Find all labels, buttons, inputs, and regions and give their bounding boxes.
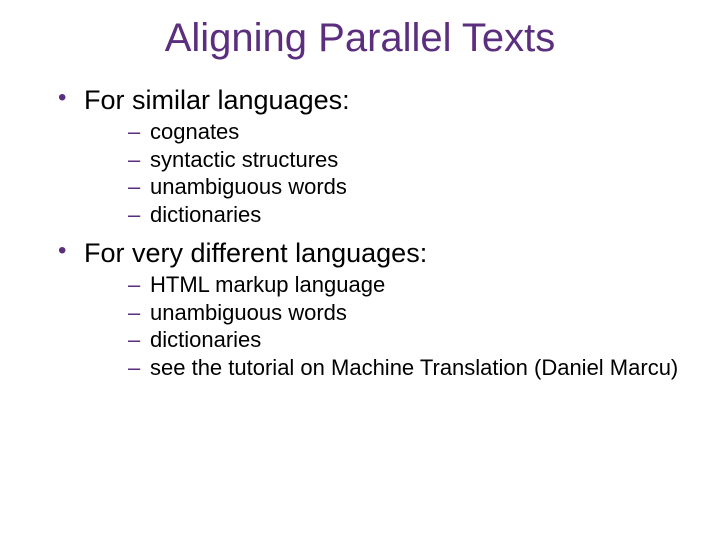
sub-list: HTML markup language unambiguous words d… bbox=[128, 271, 680, 381]
sub-item: unambiguous words bbox=[128, 173, 680, 201]
bullet-item: For similar languages: cognates syntacti… bbox=[58, 85, 680, 228]
sub-item: cognates bbox=[128, 118, 680, 146]
sub-item: dictionaries bbox=[128, 201, 680, 229]
sub-item: dictionaries bbox=[128, 326, 680, 354]
sub-item: syntactic structures bbox=[128, 146, 680, 174]
slide: Aligning Parallel Texts For similar lang… bbox=[0, 0, 720, 540]
sub-list: cognates syntactic structures unambiguou… bbox=[128, 118, 680, 228]
bullet-heading: For very different languages: bbox=[84, 238, 680, 269]
bullet-list: For similar languages: cognates syntacti… bbox=[58, 85, 680, 381]
sub-item: HTML markup language bbox=[128, 271, 680, 299]
sub-item: unambiguous words bbox=[128, 299, 680, 327]
bullet-item: For very different languages: HTML marku… bbox=[58, 238, 680, 381]
slide-title: Aligning Parallel Texts bbox=[40, 16, 680, 61]
bullet-heading: For similar languages: bbox=[84, 85, 680, 116]
sub-item: see the tutorial on Machine Translation … bbox=[128, 354, 680, 382]
